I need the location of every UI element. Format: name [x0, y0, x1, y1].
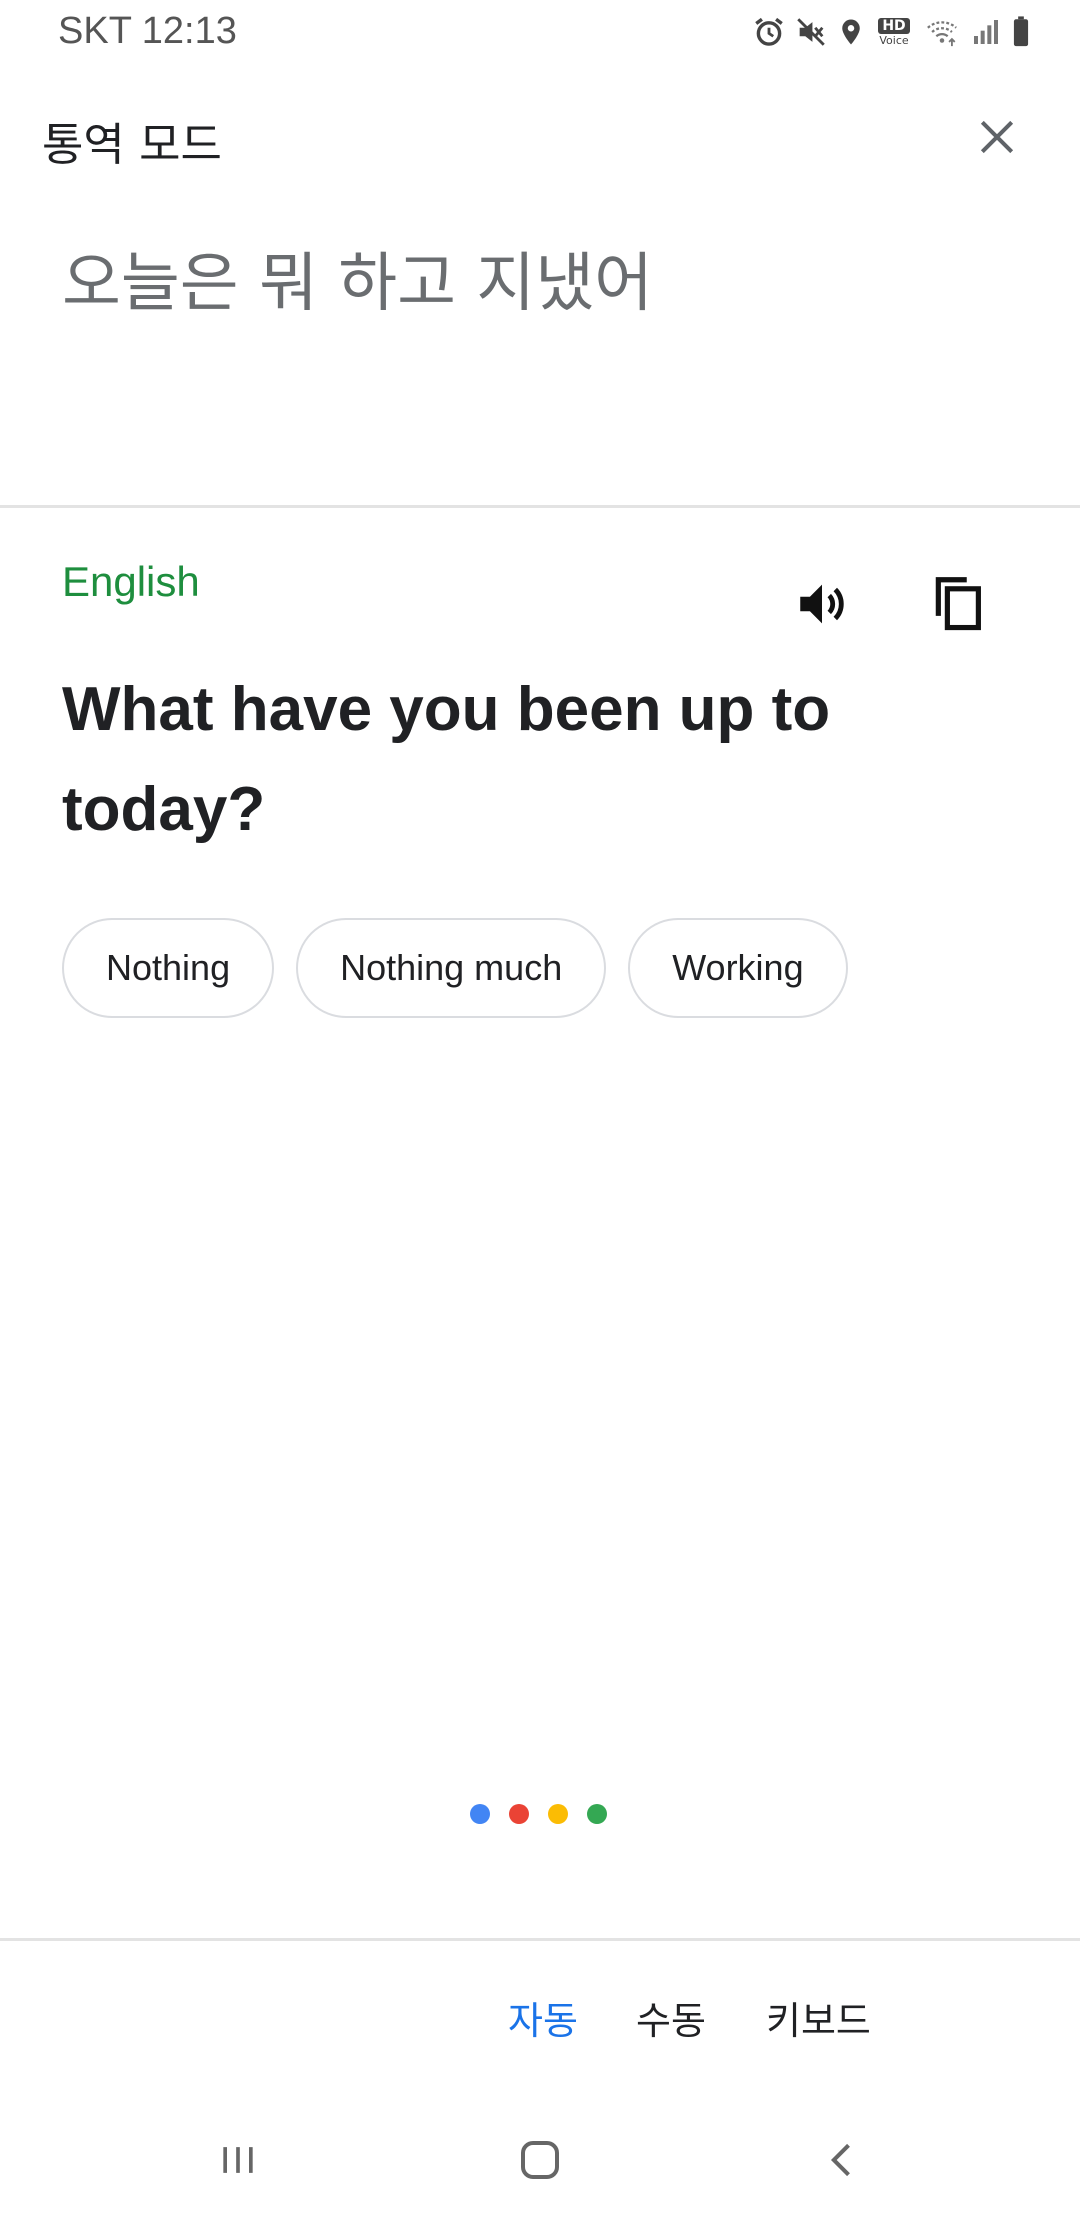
page-title: 통역 모드: [42, 118, 222, 171]
target-language-label: English: [62, 558, 200, 605]
tab-auto[interactable]: 자동: [508, 1990, 578, 2045]
hd-voice-label: HD: [878, 18, 910, 34]
tab-keyboard[interactable]: 키보드: [766, 1990, 871, 2045]
translation-text: What have you been up to today?: [62, 675, 831, 844]
recent-apps-button[interactable]: [198, 2120, 278, 2200]
alarm-icon: [752, 15, 786, 49]
home-button[interactable]: [500, 2120, 580, 2200]
listening-indicator: [470, 1804, 607, 1824]
suggestion-chip[interactable]: Working: [628, 918, 848, 1018]
listening-dot: [587, 1804, 607, 1824]
status-time: SKT 12:13: [58, 10, 237, 52]
close-icon: [980, 120, 1014, 154]
hd-voice-sub: Voice: [879, 34, 909, 47]
source-text: 오늘은 뭐 하고 지냈어: [62, 247, 653, 321]
listening-dot: [470, 1804, 490, 1824]
location-icon: [836, 15, 866, 49]
home-icon: [521, 2141, 559, 2179]
copy-button[interactable]: [924, 568, 994, 638]
recent-apps-icon: [223, 2147, 253, 2173]
mode-tabs: 자동 수동 키보드: [0, 1990, 1080, 2046]
hd-voice-icon: HD Voice: [874, 18, 914, 46]
signal-icon: [970, 15, 1002, 49]
status-icons: HD Voice: [752, 12, 1032, 52]
back-button[interactable]: [803, 2120, 883, 2200]
close-button[interactable]: [970, 110, 1024, 164]
status-bar: SKT 12:13 HD Voice: [0, 0, 1080, 66]
mute-icon: [794, 15, 828, 49]
system-nav-bar: [0, 2120, 1080, 2200]
divider: [0, 505, 1080, 508]
wifi-icon: [922, 15, 962, 49]
suggestion-chip[interactable]: Nothing much: [296, 918, 607, 1018]
listening-dot: [509, 1804, 529, 1824]
suggestion-chips: Nothing Nothing much Working: [62, 918, 848, 1018]
copy-icon: [935, 577, 981, 631]
divider: [0, 1938, 1080, 1941]
listening-dot: [548, 1804, 568, 1824]
suggestion-chip[interactable]: Nothing: [62, 918, 275, 1018]
back-icon: [830, 2143, 850, 2177]
battery-icon: [1010, 15, 1032, 49]
interpreter-screen: SKT 12:13 HD Voice 통역 모드 오늘은 뭐 하고 지냈어 En…: [0, 0, 1080, 2220]
speaker-button[interactable]: [790, 572, 854, 636]
speaker-icon: [800, 584, 844, 624]
tab-manual[interactable]: 수동: [636, 1990, 706, 2045]
